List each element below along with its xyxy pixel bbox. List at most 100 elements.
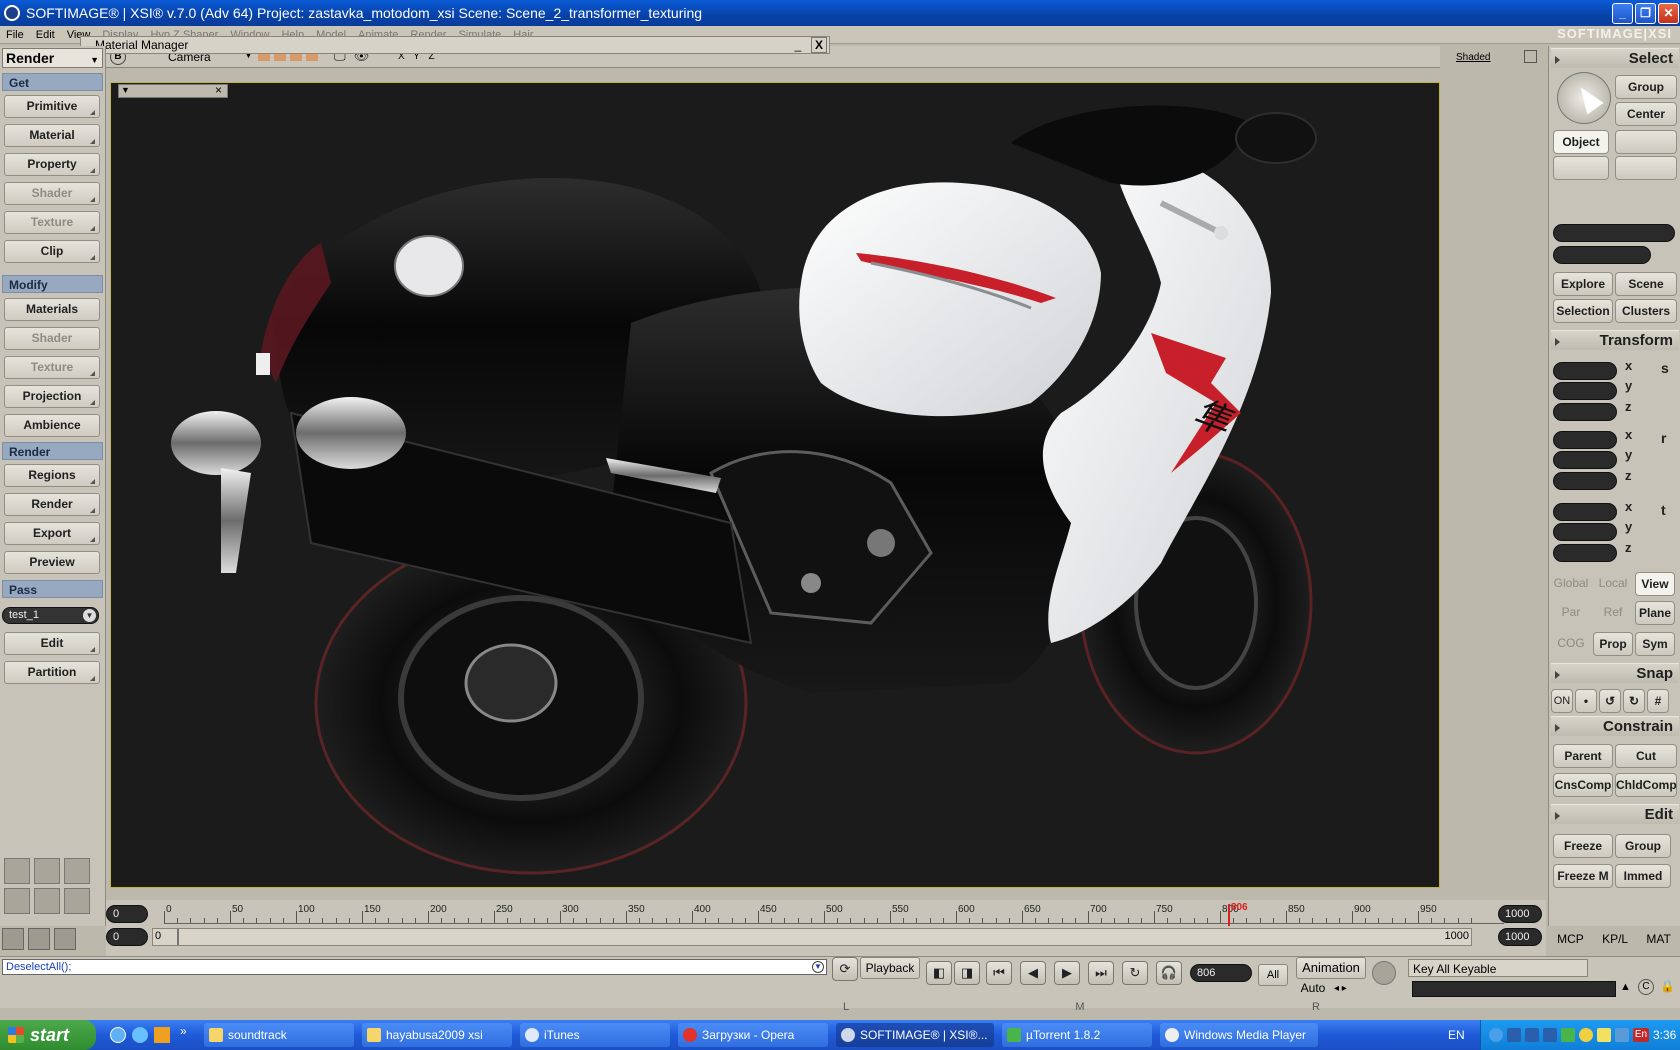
global-button[interactable]: Global <box>1551 572 1591 596</box>
sym-button[interactable]: Sym <box>1635 632 1675 656</box>
start-button[interactable]: start <box>0 1020 96 1050</box>
viewport[interactable]: 隼 <box>110 82 1440 888</box>
freeze-m-button[interactable]: Freeze M <box>1553 864 1613 888</box>
prev-key-icon[interactable]: ◧ <box>926 961 952 985</box>
section-pass[interactable]: Pass <box>2 580 103 598</box>
cog-button[interactable]: COG <box>1551 632 1591 656</box>
pass-edit-button[interactable]: Edit <box>4 632 100 655</box>
modify-shader-button[interactable]: Shader <box>4 327 100 350</box>
playback-menu[interactable]: Playback <box>860 957 920 979</box>
key-prev-icon[interactable]: ◂ ▸ <box>1334 983 1347 994</box>
scale-y-button[interactable]: y <box>1625 378 1632 393</box>
regions-button[interactable]: Regions <box>4 464 100 487</box>
task-hayabusa[interactable]: hayabusa2009 xsi <box>362 1023 512 1047</box>
timeline-start-field[interactable]: 0 <box>106 905 148 923</box>
section-get[interactable]: Get <box>2 73 103 91</box>
key-refresh-icon[interactable]: C <box>1638 979 1654 995</box>
tab-mcp[interactable]: MCP <box>1557 928 1584 950</box>
rotate-mode-button[interactable]: r <box>1661 430 1666 446</box>
materials-button[interactable]: Materials <box>4 298 100 321</box>
translate-z-field[interactable] <box>1553 544 1617 562</box>
scale-x-button[interactable]: x <box>1625 358 1632 373</box>
rotate-x-field[interactable] <box>1553 431 1617 449</box>
task-utorrent[interactable]: µTorrent 1.8.2 <box>1002 1023 1152 1047</box>
ambience-button[interactable]: Ambience <box>4 414 100 437</box>
clusters-button[interactable]: Clusters <box>1615 299 1677 323</box>
minimize-button[interactable]: _ <box>1612 3 1633 24</box>
tray-language-icon[interactable]: En <box>1633 1028 1649 1042</box>
next-key-icon[interactable]: ◨ <box>954 961 980 985</box>
plane-button[interactable]: Plane <box>1635 601 1675 625</box>
go-end-icon[interactable]: ⏭ <box>1088 961 1114 985</box>
material-button[interactable]: Material <box>4 124 100 147</box>
select-filter-field[interactable] <box>1553 224 1675 242</box>
range-slider[interactable]: 0 1000 <box>152 928 1472 946</box>
scale-y-field[interactable] <box>1553 382 1617 400</box>
primitive-button[interactable]: Primitive <box>4 95 100 118</box>
task-itunes[interactable]: iTunes <box>520 1023 670 1047</box>
explore-button[interactable]: Explore <box>1553 272 1613 296</box>
graph-layout-icon[interactable] <box>4 858 30 884</box>
rotate-y-button[interactable]: y <box>1625 447 1632 462</box>
key-icon[interactable] <box>1372 961 1396 985</box>
key-mode-selector[interactable]: Key All Keyable <box>1408 959 1588 977</box>
partition-button[interactable]: Partition <box>4 661 100 684</box>
current-frame-field[interactable]: 806 <box>1190 964 1252 982</box>
tray-folder-icon[interactable] <box>1597 1028 1611 1042</box>
preview-button[interactable]: Preview <box>4 551 100 574</box>
layout-c-icon[interactable] <box>64 888 90 914</box>
translate-x-field[interactable] <box>1553 503 1617 521</box>
toolbar-mode-selector[interactable]: Render <box>2 48 103 69</box>
cut-button[interactable]: Cut <box>1615 744 1677 768</box>
animation-menu[interactable]: Animation <box>1296 957 1366 979</box>
translate-y-button[interactable]: y <box>1625 519 1632 534</box>
tray-expand-icon[interactable] <box>1489 1028 1503 1042</box>
display-mode-menu[interactable]: Shaded <box>1456 52 1490 63</box>
ref-button[interactable]: Ref <box>1593 601 1633 625</box>
select-name-field[interactable] <box>1553 246 1651 264</box>
playback-loop-icon[interactable]: ⟳ <box>832 957 858 981</box>
snap-surface-icon[interactable]: ↻ <box>1623 689 1645 713</box>
mini-dropdown-icon[interactable]: ▼ <box>121 85 130 95</box>
export-button[interactable]: Export <box>4 522 100 545</box>
snap-on-button[interactable]: ON <box>1551 689 1573 713</box>
translate-z-button[interactable]: z <box>1625 540 1632 555</box>
center-select-button[interactable]: Center <box>1615 102 1677 126</box>
auto-key-button[interactable]: Auto <box>1296 981 1330 995</box>
rotate-x-button[interactable]: x <box>1625 427 1632 442</box>
property-button[interactable]: Property <box>4 153 100 176</box>
local-button[interactable]: Local <box>1593 572 1633 596</box>
section-modify[interactable]: Modify <box>2 275 103 293</box>
play-backward-icon[interactable]: ◀ <box>1020 961 1046 985</box>
parent-button[interactable]: Parent <box>1553 744 1613 768</box>
loop-icon[interactable]: ↻ <box>1122 961 1148 985</box>
rotate-z-button[interactable]: z <box>1625 468 1632 483</box>
tab-mat[interactable]: MAT <box>1646 928 1670 950</box>
group-select-button[interactable]: Group <box>1615 75 1677 99</box>
scale-mode-button[interactable]: s <box>1661 360 1669 376</box>
split-layout-icon[interactable] <box>34 858 60 884</box>
wrench-tool-icon[interactable] <box>28 928 50 950</box>
viewport-mini-toolbar[interactable]: ▼ × <box>118 83 228 98</box>
snap-point-icon[interactable]: • <box>1575 689 1597 713</box>
modify-texture-button[interactable]: Texture <box>4 356 100 379</box>
restore-button[interactable]: ❐ <box>1635 3 1656 24</box>
language-indicator[interactable]: EN <box>1448 1020 1465 1050</box>
view-button[interactable]: View <box>1635 572 1675 596</box>
translate-y-field[interactable] <box>1553 523 1617 541</box>
lock-icon[interactable]: 🔒 <box>1660 979 1675 993</box>
scale-z-field[interactable] <box>1553 403 1617 421</box>
get-texture-button[interactable]: Texture <box>4 211 100 234</box>
material-manager-bar[interactable]: Material Manager _ X <box>80 36 830 54</box>
tab-kpl[interactable]: KP/L <box>1602 928 1628 950</box>
maximize-viewport-icon[interactable] <box>1524 50 1537 63</box>
go-start-icon[interactable]: ⏮ <box>986 961 1012 985</box>
rotate-z-field[interactable] <box>1553 472 1617 490</box>
rotate-y-field[interactable] <box>1553 451 1617 469</box>
cnscomp-button[interactable]: CnsComp <box>1553 773 1613 797</box>
script-command-line[interactable]: DeselectAll(); ▼ <box>2 959 827 975</box>
projection-button[interactable]: Projection <box>4 385 100 408</box>
tray-volume-icon[interactable] <box>1615 1028 1629 1042</box>
tray-utorrent-icon[interactable] <box>1561 1028 1575 1042</box>
tray-app-3-icon[interactable] <box>1543 1028 1557 1042</box>
